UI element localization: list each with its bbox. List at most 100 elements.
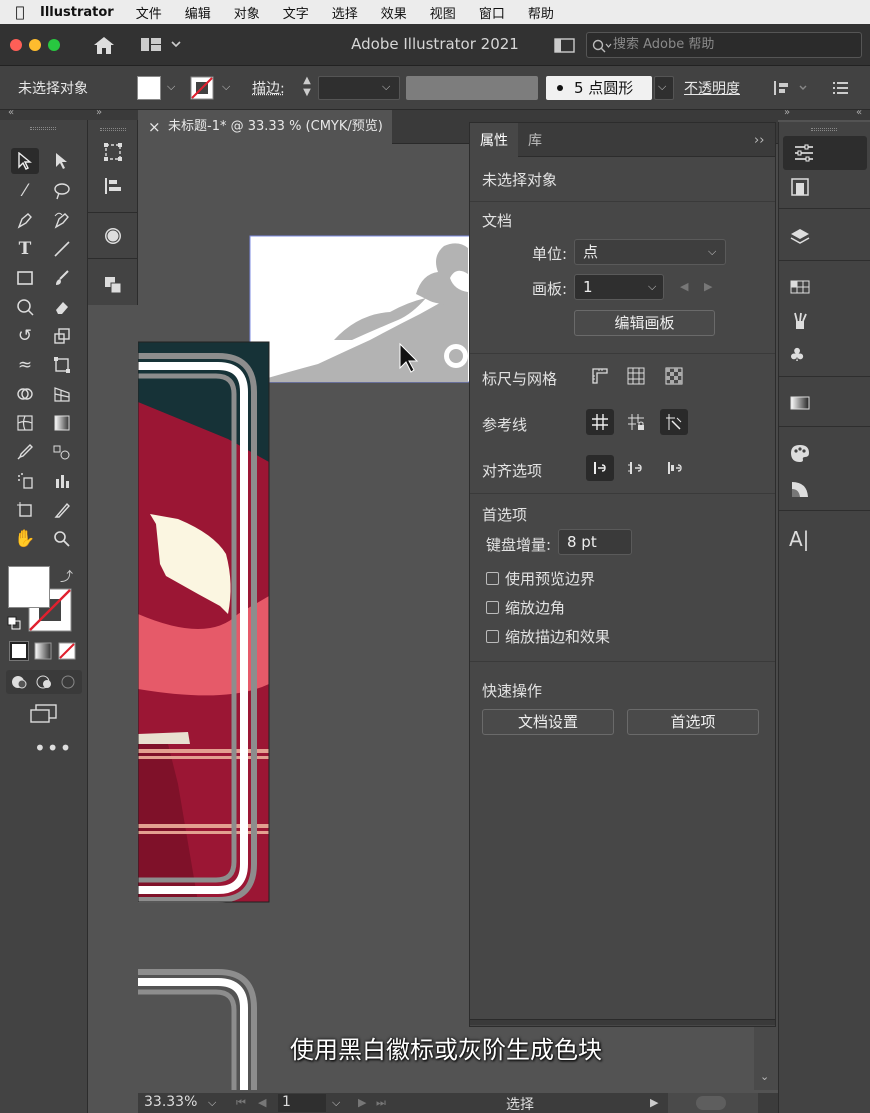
last-artboard-icon[interactable]: ⏭: [376, 1096, 386, 1110]
curvature-tool-icon[interactable]: [48, 207, 76, 233]
lock-guides-icon[interactable]: [622, 409, 650, 435]
collapse-panel-icon[interactable]: ››: [754, 123, 764, 157]
lasso-tool-icon[interactable]: [48, 178, 76, 204]
transform-panel-icon[interactable]: [103, 142, 123, 162]
tab-properties[interactable]: 属性: [470, 123, 518, 157]
edit-artboards-button[interactable]: 编辑画板: [574, 310, 715, 336]
fill-swatch[interactable]: [137, 76, 161, 100]
draw-modes-icon[interactable]: [10, 673, 80, 691]
variable-width-profile[interactable]: [406, 76, 538, 100]
close-window-button[interactable]: [10, 39, 22, 51]
zoom-level[interactable]: 33.33%: [144, 1094, 197, 1110]
menu-file[interactable]: 文件: [136, 3, 162, 22]
artboard-nav-chevron-icon[interactable]: ⌵: [332, 1096, 340, 1110]
symbols-panel-icon[interactable]: ♣: [779, 338, 870, 372]
apple-icon[interactable]: : [0, 3, 40, 21]
width-tool-icon[interactable]: ≈: [11, 352, 39, 378]
document-tab[interactable]: × 未标题-1* @ 33.33 % (CMYK/预览): [138, 110, 392, 144]
tab-libraries[interactable]: 库: [528, 123, 564, 157]
align-panel-icon[interactable]: [103, 176, 123, 196]
previous-artboard-icon[interactable]: ◀: [680, 280, 688, 293]
zoom-window-button[interactable]: [48, 39, 60, 51]
workspace-switcher-icon[interactable]: [140, 37, 184, 53]
default-fill-stroke-icon[interactable]: [7, 616, 21, 630]
checkbox-box[interactable]: [486, 572, 499, 585]
app-menu[interactable]: Illustrator: [40, 5, 114, 20]
gradient-panel-icon[interactable]: [779, 386, 870, 420]
status-menu-icon[interactable]: ▶: [650, 1096, 658, 1109]
next-artboard-icon[interactable]: ▶: [704, 280, 712, 293]
selection-tool-icon[interactable]: [11, 148, 39, 174]
menu-type[interactable]: 文字: [283, 3, 309, 22]
scale-strokes-effects-checkbox[interactable]: 缩放描边和效果: [486, 626, 610, 647]
paintbrush-tool-icon[interactable]: [48, 265, 76, 291]
scroll-down-icon[interactable]: ⌄: [760, 1070, 769, 1083]
minimize-window-button[interactable]: [29, 39, 41, 51]
fill-color-front[interactable]: [8, 566, 50, 608]
align-options-icon[interactable]: [772, 78, 812, 98]
checkbox-box[interactable]: [486, 601, 499, 614]
stroke-weight-chevron-icon[interactable]: ⌵: [382, 80, 390, 94]
pen-tool-icon[interactable]: [11, 207, 39, 233]
snap-to-glyph-icon[interactable]: [660, 455, 688, 481]
control-bar-menu-icon[interactable]: [832, 80, 850, 96]
fill-dropdown-chevron-icon[interactable]: ⌵: [167, 80, 175, 94]
transparency-panel-icon[interactable]: [779, 472, 870, 506]
menu-edit[interactable]: 编辑: [185, 3, 211, 22]
zoom-chevron-icon[interactable]: ⌵: [208, 1096, 216, 1110]
close-tab-icon[interactable]: ×: [148, 110, 161, 144]
smart-guides-icon[interactable]: [660, 409, 688, 435]
blend-tool-icon[interactable]: [48, 439, 76, 465]
appearance-panel-icon[interactable]: [103, 226, 123, 246]
color-guide-panel-icon[interactable]: [779, 436, 870, 470]
home-icon[interactable]: [92, 35, 116, 55]
type-tool-icon[interactable]: T: [11, 236, 39, 262]
stroke-dropdown-chevron-icon[interactable]: ⌵: [222, 80, 230, 94]
swatches-panel-icon[interactable]: [779, 270, 870, 304]
mesh-tool-icon[interactable]: [11, 410, 39, 436]
pathfinder-panel-icon[interactable]: [103, 275, 123, 295]
transparency-grid-icon[interactable]: [660, 363, 688, 389]
checkbox-box[interactable]: [486, 630, 499, 643]
snap-to-point-icon[interactable]: [586, 455, 614, 481]
line-segment-tool-icon[interactable]: [48, 236, 76, 262]
next-artboard-status-icon[interactable]: ▶: [358, 1096, 366, 1109]
snap-to-pixel-icon[interactable]: [622, 455, 650, 481]
rotate-tool-icon[interactable]: ↺: [11, 323, 39, 349]
secondary-dock-grip[interactable]: [100, 128, 126, 131]
scale-tool-icon[interactable]: [48, 323, 76, 349]
swap-fill-stroke-icon[interactable]: ⤴: [60, 566, 73, 585]
toolbar-grip[interactable]: [30, 127, 56, 130]
arrange-documents-icon[interactable]: [554, 38, 576, 54]
edit-toolbar-icon[interactable]: •••: [34, 736, 72, 760]
perspective-grid-tool-icon[interactable]: [48, 381, 76, 407]
direct-selection-tool-icon[interactable]: [48, 148, 76, 174]
menu-view[interactable]: 视图: [430, 3, 456, 22]
rectangle-tool-icon[interactable]: [11, 265, 39, 291]
shaper-tool-icon[interactable]: [11, 294, 39, 320]
use-preview-bounds-checkbox[interactable]: 使用预览边界: [486, 568, 595, 589]
stroke-weight-stepper[interactable]: ▲ ▼: [298, 75, 316, 101]
free-transform-tool-icon[interactable]: [48, 352, 76, 378]
libraries-panel-icon[interactable]: [779, 170, 870, 204]
panel-resize-handle[interactable]: [470, 1019, 775, 1025]
rulers-icon[interactable]: [586, 363, 614, 389]
none-mode-icon[interactable]: [58, 642, 76, 660]
units-dropdown[interactable]: 点: [574, 239, 726, 265]
symbol-sprayer-tool-icon[interactable]: [11, 468, 39, 494]
character-panel-icon[interactable]: A|: [779, 522, 870, 556]
help-search-input[interactable]: 搜索 Adobe 帮助: [586, 32, 862, 58]
color-mode-icon[interactable]: [10, 642, 28, 660]
scale-corners-checkbox[interactable]: 缩放边角: [486, 597, 565, 618]
menu-window[interactable]: 窗口: [479, 3, 505, 22]
grid-icon[interactable]: [622, 363, 650, 389]
artboard-navigation-input[interactable]: 1: [278, 1094, 326, 1112]
dock-collapse-strip[interactable]: » «: [778, 110, 870, 120]
toolbar-collapse-strip[interactable]: « »: [0, 110, 138, 120]
first-artboard-icon[interactable]: ⏮: [236, 1096, 246, 1110]
screen-mode-icon[interactable]: [30, 704, 58, 724]
keyboard-increment-input[interactable]: 8 pt: [558, 529, 632, 555]
hand-tool-icon[interactable]: ✋: [11, 526, 39, 552]
shape-builder-tool-icon[interactable]: [11, 381, 39, 407]
gradient-mode-icon[interactable]: [34, 642, 52, 660]
